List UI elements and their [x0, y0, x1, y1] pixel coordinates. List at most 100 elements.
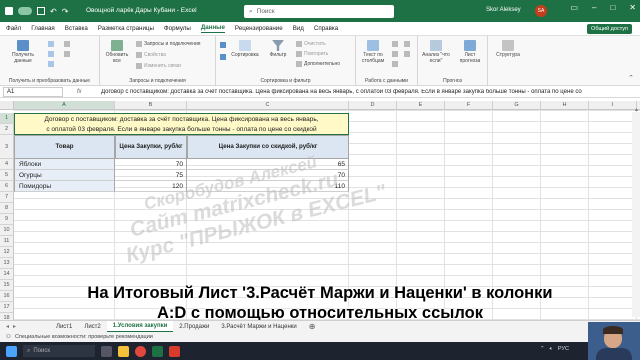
redo-icon[interactable]: ↷: [62, 7, 69, 16]
column-header-H[interactable]: H: [541, 101, 589, 110]
tab-1[interactable]: Главная: [31, 25, 55, 32]
collapse-ribbon-icon[interactable]: ⌃: [628, 74, 634, 82]
autosave-toggle-icon[interactable]: [18, 7, 32, 15]
media-icon[interactable]: [169, 345, 180, 357]
row-header-7[interactable]: 7: [0, 192, 14, 203]
cell-price[interactable]: 120: [115, 181, 187, 192]
row-header-5[interactable]: 5: [0, 170, 14, 181]
name-box[interactable]: A1: [3, 86, 63, 97]
add-sheet-icon[interactable]: ⊕: [309, 322, 316, 331]
row-header-13[interactable]: 13: [0, 258, 14, 269]
column-header-B[interactable]: B: [115, 101, 187, 110]
column-header-A[interactable]: A: [14, 101, 115, 110]
row-header-9[interactable]: 9: [0, 214, 14, 225]
input-language[interactable]: РУС: [558, 346, 569, 353]
share-button[interactable]: Общий доступ: [587, 24, 632, 34]
excel-taskbar-icon[interactable]: [152, 345, 163, 357]
search-input[interactable]: ⌕ Поиск: [244, 5, 394, 18]
fx-icon[interactable]: fx: [77, 89, 101, 95]
from-text-icon[interactable]: [48, 41, 54, 47]
tab-4[interactable]: Формулы: [164, 25, 191, 32]
row-header-4[interactable]: 4: [0, 159, 14, 170]
clear-button[interactable]: Очистить: [296, 41, 326, 47]
sheet-tab-2[interactable]: 1.Условия закупки: [106, 320, 174, 333]
whatif-button[interactable]: Анализ "что если": [420, 40, 452, 64]
edit-links-button[interactable]: Изменить связи: [136, 63, 181, 69]
ribbon-display-icon[interactable]: ▭: [570, 3, 578, 12]
column-header-F[interactable]: F: [445, 101, 493, 110]
advanced-button[interactable]: Дополнительно: [296, 61, 340, 67]
remove-duplicates-icon[interactable]: [392, 51, 398, 57]
row-header-12[interactable]: 12: [0, 247, 14, 258]
from-table-icon[interactable]: [48, 61, 54, 67]
speaker-icon[interactable]: 🔈︎: [550, 346, 553, 353]
next-sheet-icon[interactable]: ▸: [13, 323, 16, 330]
accessibility-icon[interactable]: ⚇: [6, 334, 11, 340]
select-all-corner[interactable]: [0, 101, 14, 110]
row-header-14[interactable]: 14: [0, 269, 14, 280]
sheet-tab-4[interactable]: 3.Расчёт Маржи и Наценки: [215, 321, 302, 333]
row-header-6[interactable]: 6: [0, 181, 14, 192]
column-header-D[interactable]: D: [349, 101, 397, 110]
refresh-all-button[interactable]: Обновить все: [102, 40, 132, 64]
tab-8[interactable]: Справка: [314, 25, 338, 32]
column-header-E[interactable]: E: [397, 101, 445, 110]
close-icon[interactable]: ✕: [629, 3, 636, 12]
cell-product[interactable]: Огурцы: [14, 170, 115, 181]
avatar[interactable]: SA: [535, 5, 547, 17]
sheet-tab-3[interactable]: 2.Продажи: [173, 321, 215, 333]
flash-fill-icon[interactable]: [392, 41, 398, 47]
undo-icon[interactable]: ↶: [50, 7, 57, 16]
properties-button[interactable]: Свойства: [136, 52, 166, 58]
sort-asc-icon[interactable]: [220, 42, 226, 48]
save-icon[interactable]: [37, 7, 45, 15]
status-text[interactable]: Специальные возможности: проверьте реком…: [15, 334, 153, 340]
row-header-11[interactable]: 11: [0, 236, 14, 247]
data-validation-icon[interactable]: [392, 61, 398, 67]
outline-button[interactable]: Структура: [490, 40, 526, 58]
cell-discount-price[interactable]: 70: [187, 170, 349, 181]
tray-up-icon[interactable]: ⌃: [540, 346, 545, 353]
explorer-icon[interactable]: [118, 345, 129, 357]
queries-connections-button[interactable]: Запросы и подключения: [136, 41, 200, 47]
tab-6[interactable]: Рецензирование: [235, 25, 283, 32]
tab-3[interactable]: Разметка страницы: [98, 25, 154, 32]
windows-start-icon[interactable]: [6, 345, 17, 357]
user-name[interactable]: Skor Aleksey: [486, 7, 521, 13]
minimize-icon[interactable]: –: [592, 3, 596, 12]
filter-button[interactable]: Фильтр: [264, 40, 292, 58]
maximize-icon[interactable]: □: [610, 3, 615, 12]
column-header-I[interactable]: I: [589, 101, 637, 110]
header-discount-price[interactable]: Цена Закупки со скидкой, руб/кг: [187, 135, 349, 159]
existing-connections-icon[interactable]: [64, 51, 70, 57]
row-header-2[interactable]: 2: [0, 124, 14, 135]
column-header-C[interactable]: C: [187, 101, 349, 110]
header-product[interactable]: Товар: [14, 135, 115, 159]
tab-0[interactable]: Файл: [6, 25, 21, 32]
sheet-tab-0[interactable]: Лист1: [50, 321, 78, 333]
get-data-button[interactable]: Получить данные: [6, 40, 40, 64]
tab-5[interactable]: Данные: [200, 24, 225, 33]
chrome-icon[interactable]: [135, 345, 146, 357]
cell-discount-price[interactable]: 65: [187, 159, 349, 170]
taskbar-search[interactable]: ⌕ Поиск: [23, 345, 95, 357]
sort-desc-icon[interactable]: [220, 54, 226, 60]
cell-product[interactable]: Помидоры: [14, 181, 115, 192]
row-header-10[interactable]: 10: [0, 225, 14, 236]
tab-7[interactable]: Вид: [293, 25, 304, 32]
header-price[interactable]: Цена Закупки, руб/кг: [115, 135, 187, 159]
sheet-tab-1[interactable]: Лист2: [78, 321, 106, 333]
cell-price[interactable]: 75: [115, 170, 187, 181]
row-header-3[interactable]: 3: [0, 135, 14, 159]
forecast-sheet-button[interactable]: Лист прогноза: [454, 40, 486, 64]
consolidate-icon[interactable]: [404, 41, 410, 47]
relationships-icon[interactable]: [404, 51, 410, 57]
cell-product[interactable]: Яблоки: [14, 159, 115, 170]
from-web-icon[interactable]: [48, 51, 54, 57]
task-view-icon[interactable]: [101, 345, 112, 357]
column-header-G[interactable]: G: [493, 101, 541, 110]
cell-price[interactable]: 70: [115, 159, 187, 170]
cell-discount-price[interactable]: 110: [187, 181, 349, 192]
reapply-button[interactable]: Повторить: [296, 51, 328, 57]
text-to-columns-button[interactable]: Текст по столбцам: [358, 40, 388, 64]
